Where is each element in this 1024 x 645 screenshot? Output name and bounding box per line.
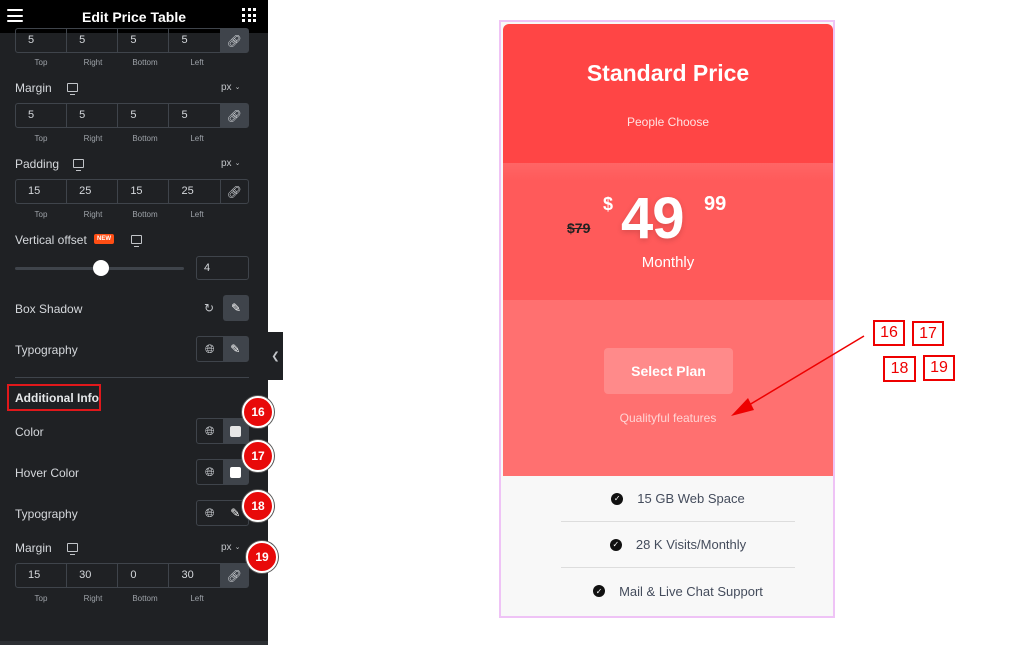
annotation-label: 18 (883, 356, 916, 382)
annotation-arrow (731, 335, 865, 416)
annotation-label: 19 (923, 355, 955, 381)
annotation-label: 16 (873, 320, 905, 346)
annotation-label: 17 (912, 321, 944, 346)
